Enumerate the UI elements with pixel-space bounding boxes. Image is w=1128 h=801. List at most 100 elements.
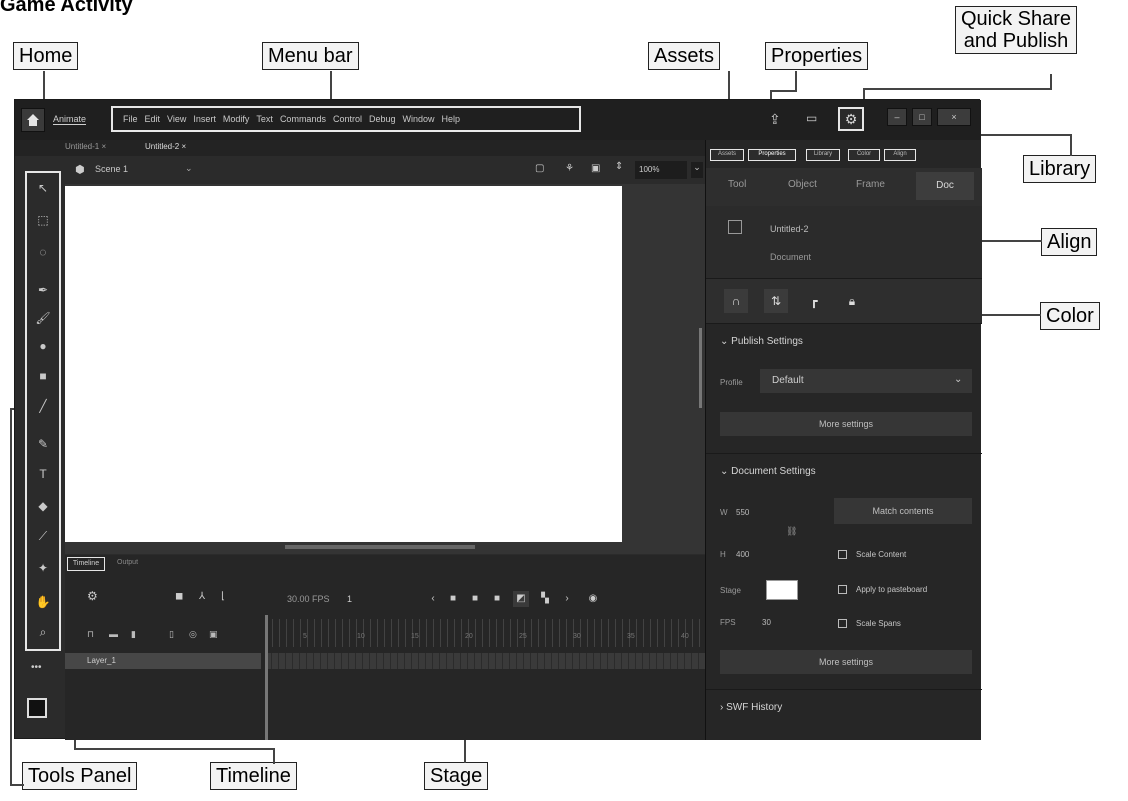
menu-debug[interactable]: Debug <box>369 114 396 124</box>
step-forward-icon[interactable]: › <box>559 591 575 607</box>
step-back-icon[interactable]: ‹ <box>425 591 441 607</box>
menu-modify[interactable]: Modify <box>223 114 250 124</box>
tab-doc[interactable]: Doc <box>916 172 974 200</box>
menu-file[interactable]: File <box>123 114 138 124</box>
first-frame-icon[interactable]: ■ <box>445 591 461 607</box>
hide-icon[interactable]: ◎ <box>189 629 197 640</box>
brush-icon[interactable]: 🖌 <box>33 309 53 327</box>
scale-content-checkbox[interactable] <box>838 550 847 559</box>
menu-window[interactable]: Window <box>403 114 435 124</box>
more-settings-button[interactable]: More settings <box>720 412 972 436</box>
center-stage-icon[interactable]: ▣ <box>591 163 600 174</box>
fps-value[interactable]: 30 <box>762 618 771 627</box>
zoom-dropdown-icon[interactable]: ⌄ <box>691 162 703 178</box>
swf-history-header[interactable]: › SWF History <box>720 702 782 713</box>
width-value[interactable]: 550 <box>736 508 749 517</box>
menu-insert[interactable]: Insert <box>193 114 216 124</box>
quick-share-publish-button[interactable]: ⚙ <box>838 107 864 131</box>
lock-icon[interactable]: 🔒︎ <box>840 289 864 313</box>
share-icon[interactable]: ⇪ <box>769 111 781 128</box>
play-icon[interactable]: ■ <box>467 591 483 607</box>
publish-settings-header[interactable]: ⌄ Publish Settings <box>720 336 803 347</box>
tab-align[interactable]: Align <box>884 149 916 161</box>
apply-pasteboard-checkbox[interactable] <box>838 585 847 594</box>
vertical-scrollbar[interactable] <box>699 328 702 408</box>
trash-icon[interactable]: ▮ <box>131 629 136 640</box>
magnet-icon[interactable]: ∩ <box>724 289 748 313</box>
tab-tool[interactable]: Tool <box>728 179 746 190</box>
pin-icon[interactable]: ⇅ <box>764 289 788 313</box>
playhead[interactable] <box>265 615 268 740</box>
fluid-brush-icon[interactable]: ● <box>33 337 53 355</box>
bone-icon[interactable]: ✦ <box>33 559 53 577</box>
menu-text[interactable]: Text <box>256 114 273 124</box>
stage[interactable] <box>65 186 622 542</box>
menu-view[interactable]: View <box>167 114 186 124</box>
stage-color-swatch[interactable] <box>766 580 798 600</box>
hand-icon[interactable]: ✋ <box>33 593 53 611</box>
tab-library[interactable]: Library <box>806 149 840 161</box>
text-tool-icon[interactable]: T <box>33 465 53 483</box>
layer-name[interactable]: Layer_1 <box>87 656 116 665</box>
match-contents-button[interactable]: Match contents <box>834 498 972 524</box>
profile-select[interactable]: Default ⌄ <box>760 369 972 393</box>
eraser-icon[interactable]: ✎ <box>33 435 53 453</box>
output-tab[interactable]: Output <box>117 559 138 566</box>
menu-commands[interactable]: Commands <box>280 114 326 124</box>
menu-edit[interactable]: Edit <box>145 114 161 124</box>
tab-color[interactable]: Color <box>848 149 880 161</box>
tab-frame[interactable]: Frame <box>856 179 885 190</box>
menu-help[interactable]: Help <box>442 114 461 124</box>
doc-tab-2[interactable]: Untitled-2 × <box>145 142 186 151</box>
eyedropper-icon[interactable]: ⟋ <box>33 527 53 545</box>
current-frame[interactable]: 1 <box>347 594 352 604</box>
fps-readout[interactable]: 30.00 FPS <box>287 594 330 604</box>
new-folder-icon[interactable]: ▬ <box>109 629 118 639</box>
pen-icon[interactable]: ✒ <box>33 281 53 299</box>
loop-icon[interactable]: ◩ <box>513 591 529 607</box>
workspace-icon[interactable]: ▭ <box>806 111 817 125</box>
line-icon[interactable]: ╱ <box>33 397 53 415</box>
onion-skin-icon[interactable]: ▚ <box>537 591 553 607</box>
selection-tool-icon[interactable]: ↖ <box>33 179 53 197</box>
close-button[interactable]: × <box>937 108 971 126</box>
tab-properties[interactable]: Properties <box>748 149 796 161</box>
document-settings-header[interactable]: ⌄ Document Settings <box>720 466 816 477</box>
scene-selector[interactable]: Scene 1 <box>95 164 128 174</box>
lock-icon[interactable]: ▣ <box>209 629 218 640</box>
clip-icon[interactable]: ▢ <box>535 163 544 174</box>
highlight-icon[interactable]: ▯ <box>169 629 174 640</box>
edit-symbols-icon[interactable]: ⚘ <box>565 163 574 174</box>
more-tools-icon[interactable]: ••• <box>31 662 42 673</box>
rotate-icon[interactable]: ⇕ <box>615 161 623 172</box>
home-button[interactable] <box>21 108 45 132</box>
layer-row[interactable]: Layer_1 <box>65 653 261 669</box>
timeline-tab[interactable]: Timeline <box>67 557 105 571</box>
lasso-icon[interactable]: ◌ <box>33 243 53 261</box>
menu-control[interactable]: Control <box>333 114 362 124</box>
doc-tab-1[interactable]: Untitled-1 × <box>65 142 106 151</box>
insert-keyframe-icon[interactable]: ◉ <box>585 591 601 607</box>
layer-parenting-icon[interactable]: ⅄ <box>199 591 205 602</box>
show-parent-icon[interactable]: ⌊ <box>221 591 225 602</box>
frame-cells[interactable] <box>265 653 705 669</box>
last-frame-icon[interactable]: ■ <box>489 591 505 607</box>
height-value[interactable]: 400 <box>736 550 749 559</box>
fill-color-swatch[interactable] <box>27 698 47 718</box>
tab-assets[interactable]: Assets <box>710 149 744 161</box>
camera-icon[interactable]: ◼ <box>175 591 183 602</box>
free-transform-icon[interactable]: ⬚ <box>33 211 53 229</box>
layer-view-icon[interactable]: ⚙ <box>87 589 98 603</box>
new-layer-icon[interactable]: ⊓ <box>87 629 94 640</box>
zoom-icon[interactable]: ⌕ <box>33 623 53 641</box>
paint-bucket-icon[interactable]: ◆ <box>33 497 53 515</box>
maximize-button[interactable]: □ <box>912 108 932 126</box>
zoom-field[interactable]: 100% <box>635 161 687 179</box>
tab-object[interactable]: Object <box>788 179 817 190</box>
chevron-down-icon[interactable]: ⌄ <box>185 163 193 174</box>
more-settings-button-2[interactable]: More settings <box>720 650 972 674</box>
scale-spans-checkbox[interactable] <box>838 619 847 628</box>
link-icon[interactable]: ⛓ <box>786 526 797 537</box>
corner-icon[interactable]: ┏ <box>802 289 826 313</box>
horizontal-scrollbar[interactable] <box>285 545 475 549</box>
